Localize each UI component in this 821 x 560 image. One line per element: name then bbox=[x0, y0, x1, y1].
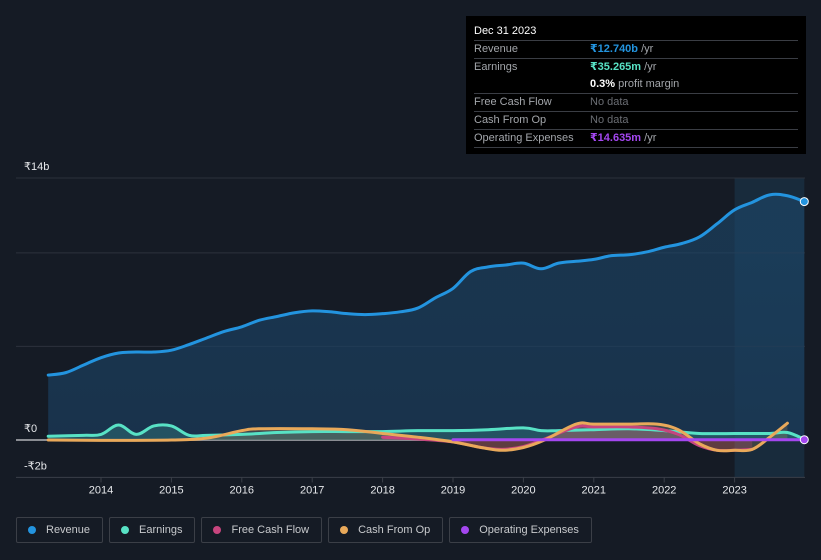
tooltip-row-value: ₹12.740b /yr bbox=[590, 43, 654, 55]
legend-item-cash-from-op[interactable]: Cash From Op bbox=[328, 517, 444, 543]
x-tick-label: 2020 bbox=[511, 484, 535, 496]
x-axis-ticks: 2014 2015 2016 2017 2018 2019 2020 2021 2022 2023 bbox=[89, 477, 747, 496]
operating-expenses-end-marker bbox=[799, 435, 809, 445]
legend-dot-icon bbox=[213, 526, 222, 534]
tooltip-row: Revenue ₹12.740b /yr bbox=[474, 41, 798, 59]
y-tick-label: ₹14b bbox=[24, 161, 49, 173]
tooltip-row: Free Cash Flow No data bbox=[474, 94, 798, 112]
y-axis-labels: ₹14b ₹0 -₹2b bbox=[24, 161, 49, 472]
tooltip-row-label bbox=[474, 76, 590, 93]
legend-label: Operating Expenses bbox=[479, 524, 579, 536]
legend-item-operating-expenses[interactable]: Operating Expenses bbox=[449, 517, 592, 543]
tooltip-panel: Dec 31 2023 Revenue ₹12.740b /yr Earnings ₹… bbox=[466, 16, 806, 154]
tooltip-row-label: Free Cash Flow bbox=[474, 96, 552, 108]
x-tick-label: 2023 bbox=[722, 484, 746, 496]
tooltip-row-label: Earnings bbox=[474, 61, 518, 73]
legend: Revenue Earnings Free Cash Flow Cash From O… bbox=[16, 517, 592, 543]
legend-label: Cash From Op bbox=[358, 524, 431, 536]
legend-label: Earnings bbox=[139, 524, 183, 536]
tooltip-row-value: ₹14.635m /yr bbox=[590, 132, 657, 144]
tooltip-row-label: Revenue bbox=[474, 43, 519, 55]
tooltip-row-value: 0.3% profit margin bbox=[590, 78, 680, 90]
tooltip-row: Cash From Op No data bbox=[474, 112, 798, 130]
legend-dot-icon bbox=[28, 526, 36, 534]
x-tick-label: 2022 bbox=[652, 484, 676, 496]
x-tick-label: 2016 bbox=[230, 484, 254, 496]
y-tick-label: ₹0 bbox=[24, 423, 37, 435]
tooltip-date: Dec 31 2023 bbox=[474, 23, 798, 41]
tooltip-row-value: No data bbox=[590, 96, 629, 108]
legend-dot-icon bbox=[461, 526, 470, 534]
x-tick-label: 2019 bbox=[441, 484, 465, 496]
legend-dot-icon bbox=[121, 526, 130, 534]
tooltip-row-value: No data bbox=[590, 114, 629, 126]
legend-label: Revenue bbox=[46, 524, 91, 536]
tooltip-row: 0.3% profit margin bbox=[474, 76, 798, 94]
legend-item-free-cash-flow[interactable]: Free Cash Flow bbox=[201, 517, 323, 543]
x-tick-label: 2014 bbox=[89, 484, 113, 496]
revenue-area bbox=[48, 194, 805, 440]
tooltip-rows: Revenue ₹12.740b /yr Earnings ₹35.265m /yr 0… bbox=[474, 41, 798, 148]
x-tick-label: 2017 bbox=[300, 484, 324, 496]
tooltip-row-label: Cash From Op bbox=[474, 114, 547, 126]
legend-item-revenue[interactable]: Revenue bbox=[16, 517, 104, 543]
x-tick-label: 2018 bbox=[370, 484, 394, 496]
legend-label: Free Cash Flow bbox=[231, 524, 310, 536]
tooltip-row-label: Operating Expenses bbox=[474, 132, 574, 144]
x-tick-label: 2021 bbox=[582, 484, 606, 496]
legend-item-earnings[interactable]: Earnings bbox=[109, 517, 196, 543]
tooltip-row: Operating Expenses ₹14.635m /yr bbox=[474, 130, 798, 148]
y-tick-label: -₹2b bbox=[24, 460, 47, 472]
series-fills bbox=[48, 194, 805, 451]
tooltip-row-value: ₹35.265m /yr bbox=[590, 61, 657, 73]
x-tick-label: 2015 bbox=[159, 484, 183, 496]
legend-dot-icon bbox=[340, 526, 349, 534]
tooltip-row: Earnings ₹35.265m /yr bbox=[474, 59, 798, 76]
revenue-end-marker bbox=[799, 197, 809, 207]
